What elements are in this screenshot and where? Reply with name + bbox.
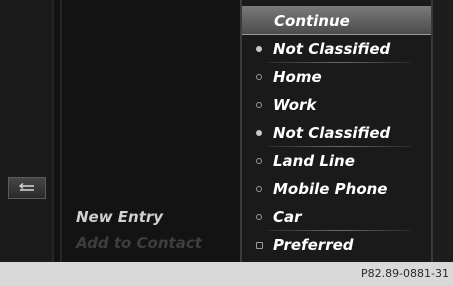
left-rail [0, 0, 52, 262]
continue-button[interactable]: Continue [242, 6, 431, 35]
empty-bullet-icon [256, 74, 262, 80]
option-preferred[interactable]: Preferred [242, 232, 431, 259]
left-menu: New Entry Add to Contact [62, 200, 240, 262]
back-button[interactable] [8, 177, 46, 199]
figure-reference: P82.89-0881-31 [360, 267, 449, 280]
option-work[interactable]: Work [242, 92, 431, 119]
empty-bullet-icon [256, 102, 262, 108]
option-label: Not Classified [273, 40, 391, 58]
rail-divider [52, 0, 56, 262]
classification-panel: Continue Not Classified Home Work Not Cl… [240, 0, 433, 262]
option-not-classified-1[interactable]: Not Classified [242, 36, 431, 63]
divider [268, 62, 411, 63]
option-not-classified-2[interactable]: Not Classified [242, 120, 431, 147]
filled-bullet-icon [256, 46, 262, 52]
divider [268, 146, 411, 147]
menu-item-add-to-contact[interactable]: Add to Contact [76, 234, 202, 252]
option-label: Work [273, 96, 317, 114]
empty-bullet-icon [256, 186, 262, 192]
option-home[interactable]: Home [242, 64, 431, 91]
option-land-line[interactable]: Land Line [242, 148, 431, 175]
option-label: Not Classified [273, 124, 391, 142]
empty-bullet-icon [256, 158, 262, 164]
empty-bullet-icon [256, 214, 262, 220]
filled-bullet-icon [256, 130, 262, 136]
divider [268, 230, 411, 231]
option-car[interactable]: Car [242, 204, 431, 231]
option-label: Mobile Phone [273, 180, 388, 198]
menu-item-new-entry[interactable]: New Entry [76, 208, 163, 226]
option-label: Land Line [273, 152, 355, 170]
option-mobile-phone[interactable]: Mobile Phone [242, 176, 431, 203]
right-margin [433, 0, 453, 262]
display-screen: New Entry Add to Contact Continue Not Cl… [0, 0, 453, 262]
option-label: Home [273, 68, 322, 86]
option-label: Car [273, 208, 302, 226]
back-arrow-icon [18, 183, 34, 191]
continue-label: Continue [274, 12, 350, 30]
checkbox-icon [256, 242, 263, 249]
option-label: Preferred [273, 236, 354, 254]
